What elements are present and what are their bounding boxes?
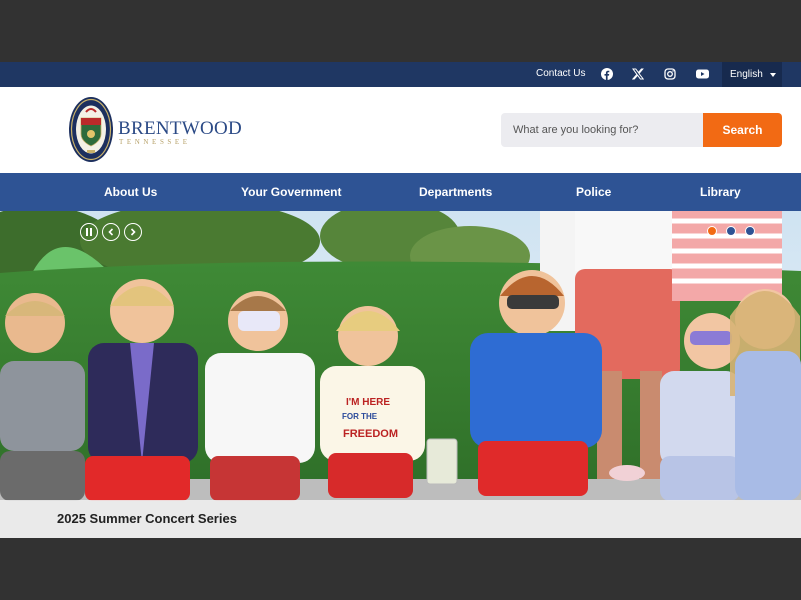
brand-name: BRENTWOOD bbox=[118, 118, 243, 139]
brand-wordmark[interactable]: BRENTWOOD TENNESSEE bbox=[118, 119, 242, 146]
slide-dot-3[interactable] bbox=[745, 226, 755, 236]
page: Contact Us English BRENTWOOD TENNESSEE W… bbox=[0, 62, 801, 538]
nav-item-library[interactable]: Library bbox=[700, 173, 741, 211]
youtube-icon[interactable] bbox=[695, 67, 709, 81]
nav-item-departments[interactable]: Departments bbox=[419, 173, 492, 211]
slide-caption[interactable]: 2025 Summer Concert Series bbox=[57, 511, 237, 526]
hero-photo: I'M HERE FOR THE FREEDOM bbox=[0, 211, 801, 538]
brand-subtitle: TENNESSEE bbox=[119, 138, 191, 146]
language-selector[interactable]: English bbox=[722, 62, 782, 87]
svg-text:FOR THE: FOR THE bbox=[342, 412, 378, 421]
next-slide-button[interactable] bbox=[124, 223, 142, 241]
svg-text:FREEDOM: FREEDOM bbox=[343, 428, 398, 440]
slide-caption-bar[interactable]: 2025 Summer Concert Series bbox=[0, 500, 801, 538]
slide-dot-1[interactable] bbox=[707, 226, 717, 236]
chevron-left-icon bbox=[108, 228, 114, 236]
x-icon[interactable] bbox=[631, 67, 645, 81]
language-label: English bbox=[730, 69, 763, 80]
chevron-right-icon bbox=[130, 228, 136, 236]
pause-button[interactable] bbox=[80, 223, 98, 241]
city-seal-logo[interactable] bbox=[68, 96, 114, 163]
pause-icon bbox=[86, 228, 92, 236]
main-nav: About Us Your Government Departments Pol… bbox=[0, 173, 801, 211]
nav-item-your-government[interactable]: Your Government bbox=[241, 173, 341, 211]
slide-dot-2[interactable] bbox=[726, 226, 736, 236]
nav-item-about-us[interactable]: About Us bbox=[104, 173, 157, 211]
contact-us-link[interactable]: Contact Us bbox=[536, 68, 585, 79]
hero-slideshow[interactable]: I'M HERE FOR THE FREEDOM 2025 Summer Con… bbox=[0, 211, 801, 538]
search-input[interactable] bbox=[501, 113, 704, 147]
search-button[interactable]: Search bbox=[703, 113, 782, 147]
utility-bar: Contact Us English bbox=[0, 62, 801, 87]
facebook-icon[interactable] bbox=[600, 67, 614, 81]
caret-down-icon bbox=[769, 72, 776, 77]
site-header: BRENTWOOD TENNESSEE Search bbox=[0, 87, 801, 173]
previous-slide-button[interactable] bbox=[102, 223, 120, 241]
instagram-icon[interactable] bbox=[663, 67, 677, 81]
nav-item-police[interactable]: Police bbox=[576, 173, 611, 211]
svg-text:I'M HERE: I'M HERE bbox=[346, 397, 390, 408]
